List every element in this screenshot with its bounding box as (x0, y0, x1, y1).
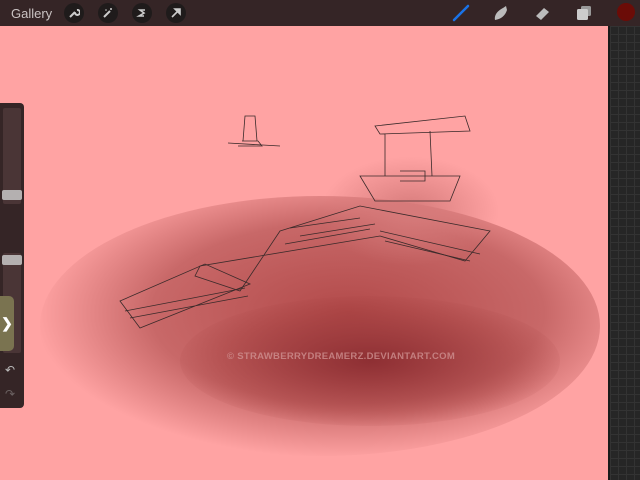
eraser-button[interactable] (532, 3, 554, 23)
eraser-icon (536, 8, 549, 20)
left-sidebar: ↶ ↷ (0, 103, 24, 408)
layers-button[interactable] (573, 3, 595, 23)
smudge-icon (494, 6, 507, 20)
magic-wand-icon (103, 8, 113, 18)
sidebar-expand-tab[interactable]: ❯ (0, 296, 14, 351)
watermark: © STRAWBERRYDREAMERZ.DEVIANTART.COM (227, 351, 456, 362)
smudge-button[interactable] (490, 3, 512, 23)
layers-icon (577, 6, 591, 20)
selection-icon (136, 9, 146, 17)
brush-size-handle[interactable] (2, 190, 22, 200)
color-picker-button[interactable] (617, 3, 635, 21)
brush-icon (452, 4, 470, 22)
brush-button[interactable] (450, 3, 472, 23)
gallery-button[interactable]: Gallery (11, 6, 52, 21)
wrench-icon (69, 9, 81, 18)
actions-button[interactable] (64, 3, 85, 23)
top-toolbar: Gallery (0, 0, 640, 26)
sketch-lineart (119, 115, 491, 329)
drawing-canvas[interactable]: © STRAWBERRYDREAMERZ.DEVIANTART.COM (0, 26, 608, 480)
selection-button[interactable] (132, 3, 153, 23)
redo-button[interactable]: ↷ (5, 387, 15, 401)
transform-button[interactable] (166, 3, 187, 23)
adjustments-button[interactable] (98, 3, 119, 23)
opacity-handle[interactable] (2, 255, 22, 265)
undo-button[interactable]: ↶ (5, 363, 15, 377)
canvas-edge-grid (608, 26, 640, 480)
transform-arrow-icon (171, 8, 181, 18)
